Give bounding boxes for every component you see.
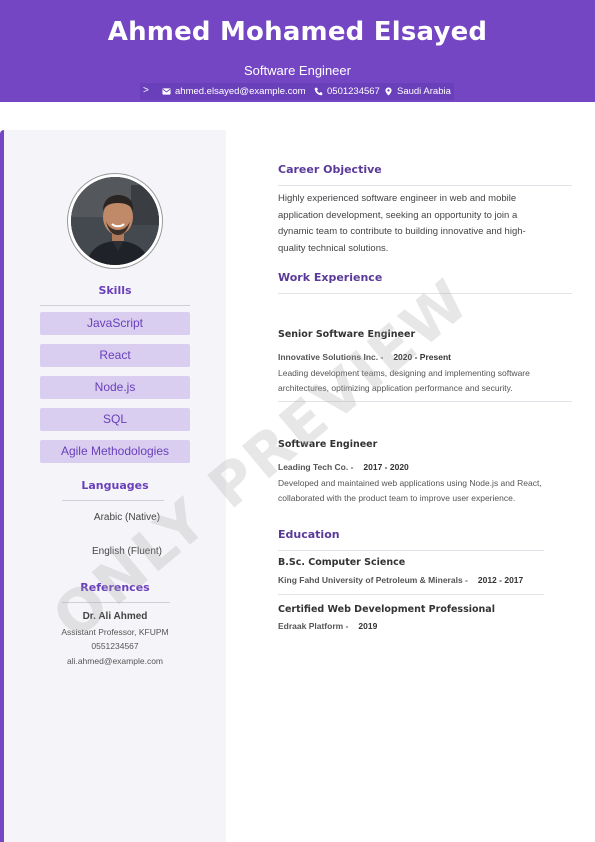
work-experience-heading: Work Experience	[278, 271, 383, 284]
skill-tag: SQL	[40, 408, 190, 431]
education-title: B.Sc. Computer Science	[278, 557, 406, 568]
divider	[62, 500, 164, 501]
education-dates: 2012 - 2017	[477, 575, 524, 585]
location-text: Saudi Arabia	[397, 86, 451, 97]
description-line: architectures, optimizing application pe…	[278, 383, 513, 393]
education-school: King Fahd University of Petroleum & Mine…	[278, 575, 468, 585]
skills-heading: Skills	[98, 284, 132, 297]
description-line: Developed and maintained web application…	[278, 478, 542, 488]
career-objective-heading: Career Objective	[278, 163, 382, 176]
divider	[278, 550, 544, 551]
phone-contact[interactable]: 0501234567	[314, 86, 380, 97]
skill-tag: JavaScript	[40, 312, 190, 335]
education-dates: 2019	[358, 621, 378, 631]
education-school: Edraak Platform -	[278, 621, 349, 631]
experience-meta: Innovative Solutions Inc. - 2020 - Presen…	[278, 352, 451, 362]
skill-tag: React	[40, 344, 190, 367]
description-line: Leading development teams, designing and…	[278, 368, 530, 378]
divider	[278, 185, 572, 186]
skill-tag: Agile Methodologies	[40, 440, 190, 463]
objective-line: quality technical solutions.	[278, 242, 389, 254]
location-icon	[385, 87, 392, 96]
mail-icon	[162, 88, 171, 95]
career-objective-text: Highly experienced software engineer in …	[278, 191, 568, 257]
divider	[40, 305, 190, 306]
experience-title: Software Engineer	[278, 439, 378, 450]
skill-tag: Node.js	[40, 376, 190, 399]
divider	[278, 401, 572, 402]
chevron-right-icon: >	[143, 85, 149, 96]
experience-dates: 2017 - 2020	[363, 462, 409, 472]
references-heading: References	[80, 581, 150, 594]
languages-heading: Languages	[81, 479, 149, 492]
reference-name: Dr. Ali Ahmed	[82, 611, 148, 622]
email-text: ahmed.elsayed@example.com	[175, 86, 306, 97]
candidate-name: Ahmed Mohamed Elsayed	[107, 17, 488, 47]
experience-meta: Leading Tech Co. - 2017 - 2020	[278, 462, 409, 472]
reference-phone: 0551234567	[91, 641, 139, 651]
experience-description: Leading development teams, designing and…	[278, 366, 568, 396]
experience-description: Developed and maintained web application…	[278, 476, 568, 506]
education-meta: Edraak Platform - 2019	[278, 621, 377, 631]
language-item: English (Fluent)	[91, 546, 163, 557]
objective-line: application development, seeking an oppo…	[278, 209, 518, 221]
language-item: Arabic (Native)	[93, 512, 161, 523]
divider	[278, 594, 544, 595]
resume-header: Ahmed Mohamed Elsayed Software Engineer …	[0, 0, 595, 102]
education-meta: King Fahd University of Petroleum & Mine…	[278, 575, 523, 585]
experience-company: Innovative Solutions Inc. -	[278, 352, 384, 362]
experience-dates: 2020 - Present	[393, 352, 451, 362]
objective-line: Highly experienced software engineer in …	[278, 193, 517, 204]
reference-email[interactable]: ali.ahmed@example.com	[40, 656, 190, 666]
objective-line: dynamic team to contribute to building i…	[278, 226, 526, 237]
profile-photo	[68, 174, 162, 268]
description-line: collaborated with the product team to im…	[278, 493, 516, 503]
phone-icon	[314, 87, 323, 96]
reference-role: Assistant Professor, KFUPM	[61, 627, 169, 637]
contact-bar: > ahmed.elsayed@example.com 0501234567 S…	[140, 83, 454, 100]
divider	[62, 602, 170, 603]
email-contact[interactable]: ahmed.elsayed@example.com	[162, 86, 306, 97]
job-title: Software Engineer	[244, 63, 351, 78]
education-heading: Education	[278, 528, 340, 541]
education-title: Certified Web Development Professional	[278, 604, 495, 615]
experience-title: Senior Software Engineer	[278, 329, 416, 340]
experience-company: Leading Tech Co. -	[278, 462, 354, 472]
divider	[278, 293, 572, 294]
phone-text: 0501234567	[327, 86, 380, 97]
location-contact: Saudi Arabia	[384, 86, 451, 97]
